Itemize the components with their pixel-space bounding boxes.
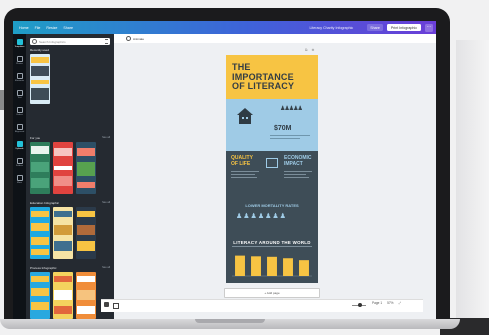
template-thumbnail[interactable] xyxy=(53,142,73,194)
chart-bar xyxy=(283,258,293,276)
people-icon: ♟♟♟♟♟♟♟ xyxy=(236,213,287,220)
background-photo-right xyxy=(456,40,489,320)
document-title[interactable]: Literacy Charity Infographic xyxy=(309,26,353,30)
economic-impact-label[interactable]: ECONOMIC IMPACT xyxy=(284,155,312,167)
template-thumbnail[interactable] xyxy=(76,207,96,259)
background-icon xyxy=(16,124,23,130)
template-search[interactable]: Search Infographics xyxy=(30,38,110,45)
people-icon: ♟♟♟♟♟ xyxy=(280,106,303,112)
chart-bar xyxy=(267,256,277,276)
infographic-title[interactable]: THE IMPORTANCE OF LITERACY xyxy=(232,62,312,92)
more-icon xyxy=(16,175,23,181)
house-icon xyxy=(237,108,253,124)
rail-videos[interactable]: Videos xyxy=(15,107,25,119)
heading-divider xyxy=(232,246,312,247)
fullscreen-icon[interactable]: ⤢ xyxy=(399,301,402,305)
template-thumbnail[interactable] xyxy=(30,207,50,259)
print-label: Print Infographic xyxy=(390,25,417,30)
text-icon xyxy=(16,90,23,96)
see-all-link[interactable]: See all xyxy=(102,136,110,140)
page-tools: ⧉ ⊕ xyxy=(305,48,314,52)
rail-background[interactable]: Bkground xyxy=(15,124,25,136)
section-process-infographic: Process Infographic See all xyxy=(30,266,110,270)
photos-icon xyxy=(16,56,23,62)
rail-photos[interactable]: Photos xyxy=(15,56,25,68)
template-thumbnail[interactable] xyxy=(76,142,96,194)
videos-icon xyxy=(16,107,23,113)
rail-more[interactable]: More xyxy=(15,175,25,187)
rail-folders[interactable]: Folders xyxy=(15,158,25,170)
bottom-right-controls: Page 1 57% ⤢ xyxy=(372,301,401,305)
rail-elements[interactable]: Elements xyxy=(15,73,25,85)
chart-bar xyxy=(251,256,261,276)
world-heading[interactable]: LITERACY AROUND THE WORLD xyxy=(226,240,318,245)
top-toolbar: Home File Resize Share Literacy Charity … xyxy=(13,21,436,34)
laptop-screen: Home File Resize Share Literacy Charity … xyxy=(13,21,436,319)
menu-resize[interactable]: Resize xyxy=(46,26,57,30)
template-thumbnail[interactable] xyxy=(53,207,73,259)
rail-uploads[interactable]: Uploads xyxy=(15,141,25,153)
animate-button[interactable]: Animate xyxy=(133,37,144,41)
chart-icon xyxy=(266,158,278,168)
folder-icon xyxy=(16,158,23,164)
infographic-page[interactable]: THE IMPORTANCE OF LITERACY ♟♟♟♟♟ $70M QU… xyxy=(226,55,318,283)
mortality-heading[interactable]: LOWER MORTALITY RATES xyxy=(226,203,318,208)
see-all-link[interactable]: See all xyxy=(102,266,110,270)
menu-share[interactable]: Share xyxy=(63,26,73,30)
see-all-link[interactable]: See all xyxy=(102,201,110,205)
template-thumbnail[interactable] xyxy=(30,272,50,319)
stat-caption-line xyxy=(270,138,300,139)
template-thumbnail[interactable] xyxy=(30,142,50,194)
uploads-icon xyxy=(16,141,23,147)
chart-bar xyxy=(299,260,309,276)
more-options-button[interactable]: ··· xyxy=(425,23,433,32)
templates-icon xyxy=(16,39,23,45)
animate-icon xyxy=(126,36,131,41)
zoom-level[interactable]: 57% xyxy=(387,301,393,305)
zoom-slider-handle[interactable] xyxy=(358,303,362,307)
template-thumbnail[interactable] xyxy=(53,272,73,319)
template-thumbnail[interactable] xyxy=(30,54,50,104)
search-placeholder: Search Infographics xyxy=(39,39,66,44)
stat-caption-line xyxy=(270,135,310,136)
rail-text[interactable]: Text xyxy=(15,90,25,102)
menu-file[interactable]: File xyxy=(35,26,41,30)
add-page-icon[interactable]: ⊕ xyxy=(312,48,315,52)
rail-templates[interactable]: Templates xyxy=(15,39,25,51)
share-button[interactable]: Share xyxy=(367,24,383,31)
section-for-you: For you See all xyxy=(30,136,110,140)
laptop-notch xyxy=(195,319,265,323)
add-page-button[interactable]: + Add page xyxy=(224,288,320,298)
stat-amount[interactable]: $70M xyxy=(274,125,292,132)
literacy-bar-chart[interactable] xyxy=(232,250,312,278)
templates-panel: Search Infographics Recently used For yo… xyxy=(26,34,114,319)
duplicate-page-icon[interactable]: ⧉ xyxy=(305,48,308,52)
section-recently-used: Recently used xyxy=(30,48,50,52)
left-icon-rail: Templates Photos Elements Text Videos Bk… xyxy=(13,34,26,319)
elements-icon xyxy=(16,73,23,79)
print-button[interactable]: Print Infographic xyxy=(386,24,421,31)
menu-home[interactable]: Home xyxy=(19,26,29,30)
search-icon xyxy=(32,39,37,44)
filter-icon[interactable] xyxy=(105,39,108,44)
section-education-infographic: Education Infographic See all xyxy=(30,201,110,205)
template-thumbnail[interactable] xyxy=(76,272,96,319)
grid-view-icon[interactable] xyxy=(113,303,119,309)
quality-of-life-label[interactable]: QUALITY OF LIFE xyxy=(231,155,253,167)
page-indicator[interactable]: Page 1 xyxy=(372,301,382,305)
notes-icon[interactable] xyxy=(104,302,109,307)
chart-bar xyxy=(235,255,245,276)
